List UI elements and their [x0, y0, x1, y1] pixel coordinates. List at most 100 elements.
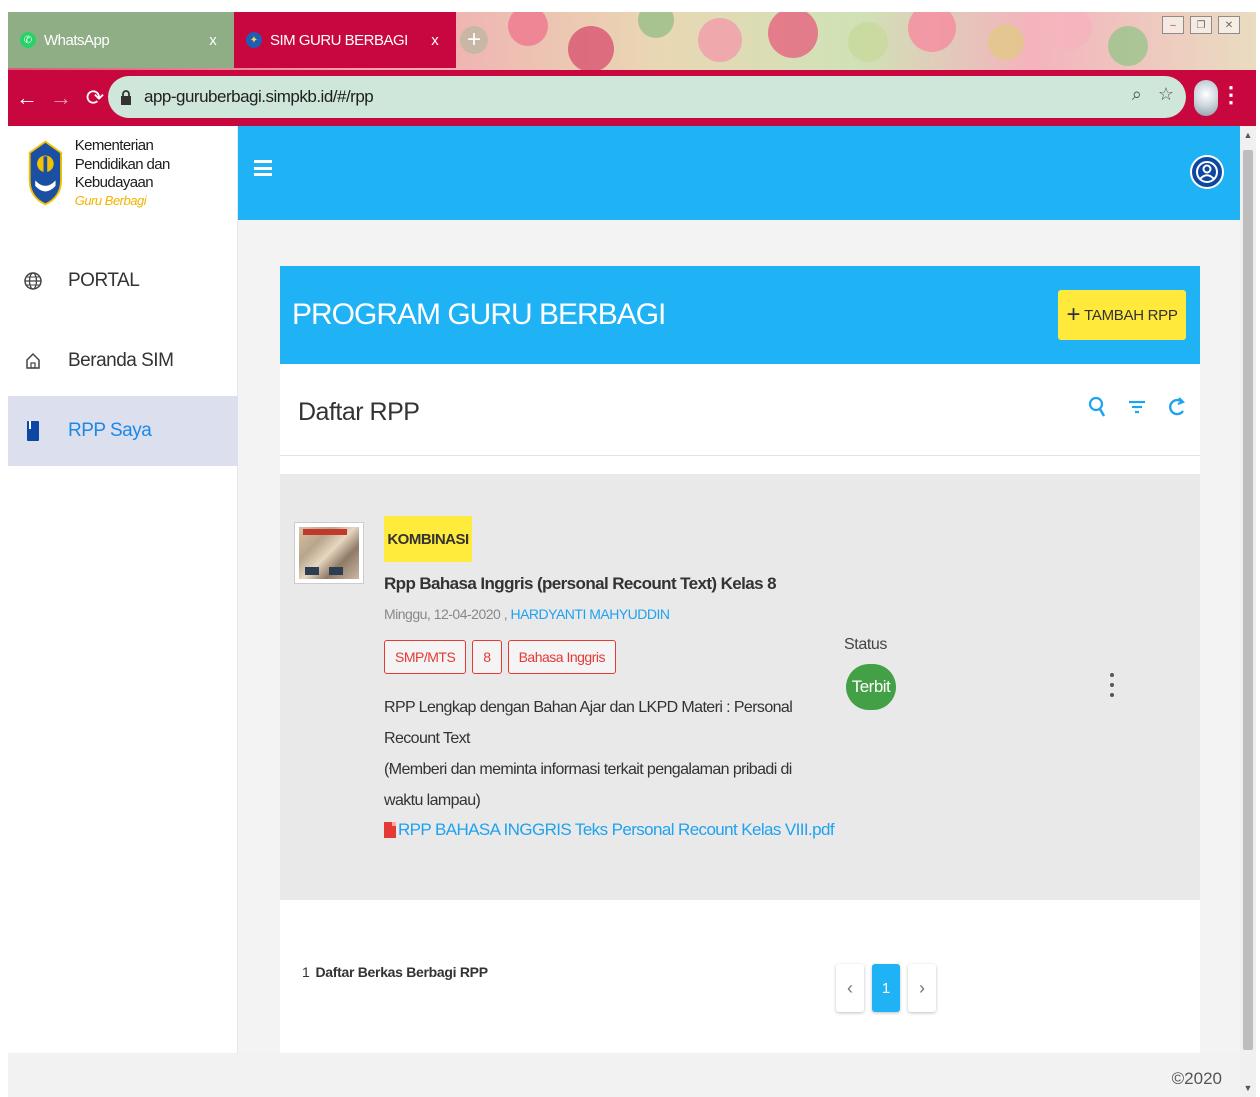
brand-line-2: Pendidikan dan Kebudayaan: [74, 155, 171, 192]
brand: Kementerian Pendidikan dan Kebudayaan Gu…: [8, 126, 238, 220]
item-count-label: Daftar Berkas Berbagi RPP: [315, 964, 489, 980]
wallpaper-flower: [988, 24, 1024, 60]
address-bar-actions: ⌕ ☆: [1132, 84, 1174, 105]
prev-page-button[interactable]: ‹: [836, 964, 864, 1012]
next-page-button[interactable]: ›: [908, 964, 936, 1012]
list-actions: [1086, 394, 1188, 420]
tab-whatsapp[interactable]: ✆ WhatsApp x: [8, 12, 234, 68]
list-header: Daftar RPP: [280, 364, 1200, 456]
attachment-link[interactable]: RPP BAHASA INGGRIS Teks Personal Recount…: [384, 820, 835, 840]
kemdikbud-favicon-icon: ✦: [246, 32, 262, 48]
sidebar-item-portal[interactable]: PORTAL: [8, 246, 238, 316]
sidebar-item-label: Beranda SIM: [68, 350, 174, 371]
tag-chip[interactable]: 8: [472, 640, 502, 674]
zoom-icon[interactable]: ⌕: [1132, 84, 1142, 105]
book-icon: [22, 420, 44, 442]
menu-icon[interactable]: [254, 160, 272, 176]
list-spacer: [280, 456, 1200, 474]
main-content: PROGRAM GURU BERBAGI + TAMBAH RPP Daftar…: [238, 220, 1240, 1053]
wallpaper-flower: [1048, 12, 1092, 50]
status-badge: Terbit: [846, 664, 896, 710]
status-label: Status: [844, 636, 887, 653]
scrollbar[interactable]: ▲ ▼: [1240, 126, 1256, 1097]
close-window-icon[interactable]: ✕: [1218, 16, 1240, 34]
globe-icon: [22, 270, 44, 292]
rpp-author[interactable]: HARDYANTI MAHYUDDIN: [510, 606, 670, 622]
tab-sim-guru-berbagi[interactable]: ✦ SIM GURU BERBAGI x: [234, 12, 456, 68]
page-button-current[interactable]: 1: [872, 964, 900, 1012]
sidebar-item-label: PORTAL: [68, 270, 140, 291]
browser-tab-strip: ✆ WhatsApp x ✦ SIM GURU BERBAGI x + – ❐ …: [8, 12, 1256, 70]
screen: ✆ WhatsApp x ✦ SIM GURU BERBAGI x + – ❐ …: [0, 0, 1260, 1097]
brand-subtitle: Guru Berbagi: [74, 193, 147, 208]
bookmark-star-icon[interactable]: ☆: [1158, 84, 1174, 105]
list-item[interactable]: KOMBINASI Rpp Bahasa Inggris (personal R…: [280, 474, 1200, 900]
scrollbar-thumb[interactable]: [1243, 150, 1253, 1050]
wallpaper-flower: [508, 12, 548, 46]
brand-line-1: Kementerian: [74, 136, 154, 154]
pdf-icon: [384, 822, 396, 838]
wallpaper-flower: [698, 18, 742, 62]
url-text: app-guruberbagi.simpkb.id/#/rpp: [144, 87, 374, 106]
browser-toolbar: ← → ⟳ app-guruberbagi.simpkb.id/#/rpp ⌕ …: [8, 70, 1256, 126]
refresh-icon[interactable]: [1166, 394, 1188, 420]
reload-icon[interactable]: ⟳: [80, 85, 110, 111]
program-header: PROGRAM GURU BERBAGI + TAMBAH RPP: [280, 266, 1200, 364]
attachment-filename: RPP BAHASA INGGRIS Teks Personal Recount…: [398, 820, 835, 839]
description-ellipsis: ...: [384, 756, 396, 772]
scroll-up-icon[interactable]: ▲: [1243, 130, 1253, 140]
account-icon[interactable]: [1190, 155, 1224, 189]
page-title: PROGRAM GURU BERBAGI: [292, 298, 666, 331]
tab-label: SIM GURU BERBAGI: [270, 31, 408, 49]
sidebar-item-beranda-sim[interactable]: Beranda SIM: [8, 326, 238, 396]
profile-avatar[interactable]: [1194, 80, 1218, 116]
add-rpp-label: TAMBAH RPP: [1084, 306, 1178, 324]
filter-icon[interactable]: [1126, 394, 1148, 420]
rpp-title[interactable]: Rpp Bahasa Inggris (personal Recount Tex…: [384, 574, 777, 594]
home-icon: [22, 350, 44, 372]
forward-arrow-icon[interactable]: →: [46, 85, 76, 111]
plus-icon: +: [1066, 301, 1081, 328]
app-topbar: [238, 126, 1240, 220]
description-line: (Memberi dan meminta informasi terkait p…: [384, 761, 792, 809]
add-rpp-button[interactable]: + TAMBAH RPP: [1058, 290, 1186, 340]
browser-menu-icon[interactable]: ⋮: [1220, 82, 1242, 108]
rpp-thumbnail[interactable]: [294, 522, 364, 584]
back-arrow-icon[interactable]: ←: [12, 85, 42, 111]
sidebar-item-rpp-saya[interactable]: RPP Saya: [8, 396, 238, 466]
more-options-icon[interactable]: [1104, 670, 1120, 700]
list-title: Daftar RPP: [298, 398, 420, 426]
minimize-icon[interactable]: –: [1162, 16, 1184, 34]
kemdikbud-logo: [28, 140, 62, 206]
window-controls: – ❐ ✕: [1162, 16, 1240, 34]
item-count: 1 Daftar Berkas Berbagi RPP: [302, 964, 488, 980]
tag-chip[interactable]: Bahasa Inggris: [507, 640, 616, 674]
tab-close-icon[interactable]: x: [426, 32, 444, 49]
wallpaper-flower: [848, 22, 888, 62]
tab-close-icon[interactable]: x: [204, 32, 222, 49]
sidebar: Kementerian Pendidikan dan Kebudayaan Gu…: [8, 126, 238, 1053]
wallpaper-flower: [638, 12, 674, 38]
item-count-number: 1: [302, 964, 310, 980]
restore-icon[interactable]: ❐: [1190, 16, 1212, 34]
new-tab-button[interactable]: +: [460, 26, 488, 54]
address-bar[interactable]: app-guruberbagi.simpkb.id/#/rpp ⌕ ☆: [108, 76, 1186, 118]
wallpaper-flower: [908, 12, 956, 52]
tag-chip[interactable]: SMP/MTS: [384, 640, 467, 674]
scroll-down-icon[interactable]: ▼: [1243, 1083, 1253, 1093]
list-footer: 1 Daftar Berkas Berbagi RPP ‹ 1 ›: [280, 900, 1200, 1053]
footer-bar: ©2020: [8, 1053, 1240, 1097]
pagination: ‹ 1 ›: [836, 964, 936, 1012]
tab-label: WhatsApp: [44, 31, 110, 49]
sidebar-item-label: RPP Saya: [68, 420, 152, 441]
rpp-date: Minggu, 12-04-2020: [384, 606, 501, 622]
whatsapp-icon: ✆: [20, 32, 36, 48]
copyright: ©2020: [1171, 1069, 1222, 1088]
lock-icon: [120, 89, 134, 105]
search-icon[interactable]: [1086, 394, 1108, 420]
rpp-tags: SMP/MTS 8 Bahasa Inggris: [384, 640, 616, 674]
wallpaper-flower: [1108, 26, 1148, 66]
type-badge: KOMBINASI: [384, 516, 472, 562]
rpp-description: RPP Lengkap dengan Bahan Ajar dan LKPD M…: [384, 692, 824, 816]
wallpaper-flower: [568, 26, 614, 70]
